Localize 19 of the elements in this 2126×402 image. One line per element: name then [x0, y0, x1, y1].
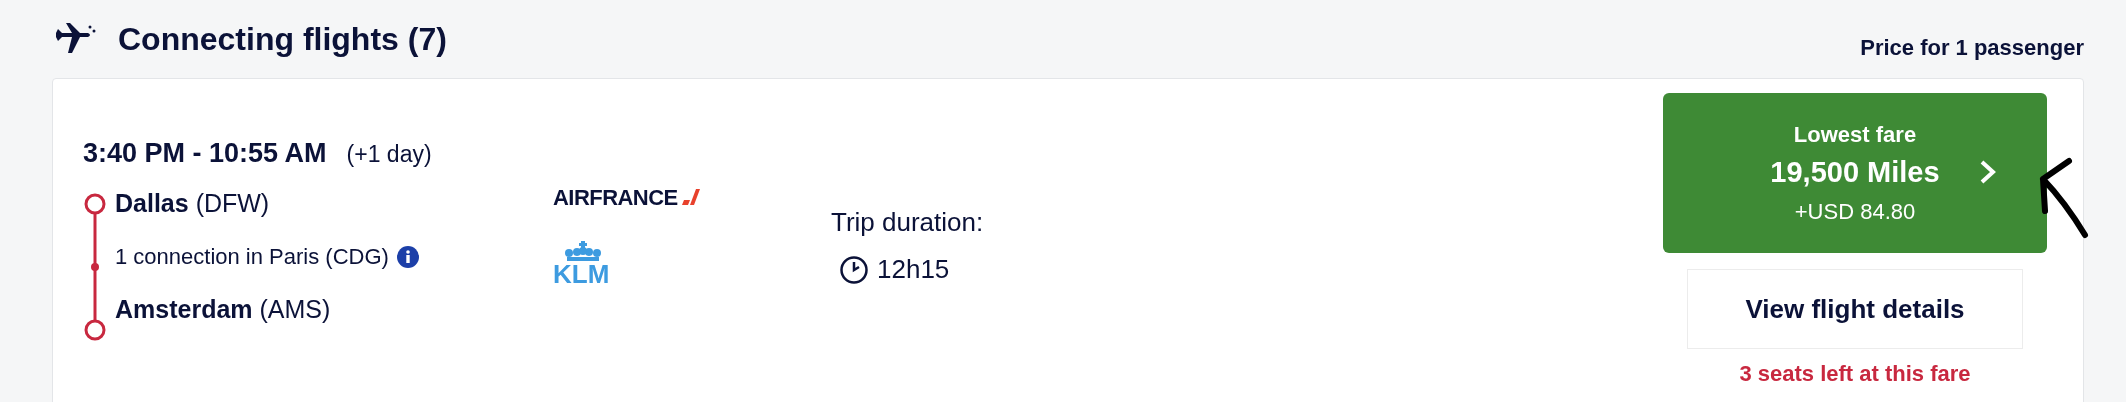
- slash-icon: [681, 189, 700, 205]
- duration-value: 12h15: [877, 253, 950, 286]
- view-details-button[interactable]: View flight details: [1687, 269, 2023, 349]
- day-offset: (+1 day): [346, 140, 432, 169]
- section-title: Connecting flights (7): [118, 20, 447, 59]
- flight-times: 3:40 PM - 10:55 AM: [83, 137, 327, 170]
- lowest-fare-button[interactable]: Lowest fare 19,500 Miles +USD 84.80: [1663, 93, 2047, 253]
- airplane-icon: [54, 23, 96, 55]
- chevron-right-icon: [1979, 159, 1997, 185]
- stop-text: Dallas (DFW): [115, 187, 270, 219]
- connection-text: 1 connection in Paris (CDG): [115, 243, 389, 271]
- clock-icon: [839, 254, 869, 285]
- airline-logo-text: AIRFRANCE: [553, 183, 678, 212]
- seats-warning: 3 seats left at this fare: [1739, 360, 1971, 388]
- info-icon[interactable]: [396, 245, 419, 268]
- duration-label: Trip duration:: [831, 206, 984, 239]
- price-note: Price for 1 passenger: [1860, 33, 2084, 62]
- stop-text: Amsterdam (AMS): [115, 293, 331, 325]
- airline-logo-text: KLM: [553, 261, 610, 287]
